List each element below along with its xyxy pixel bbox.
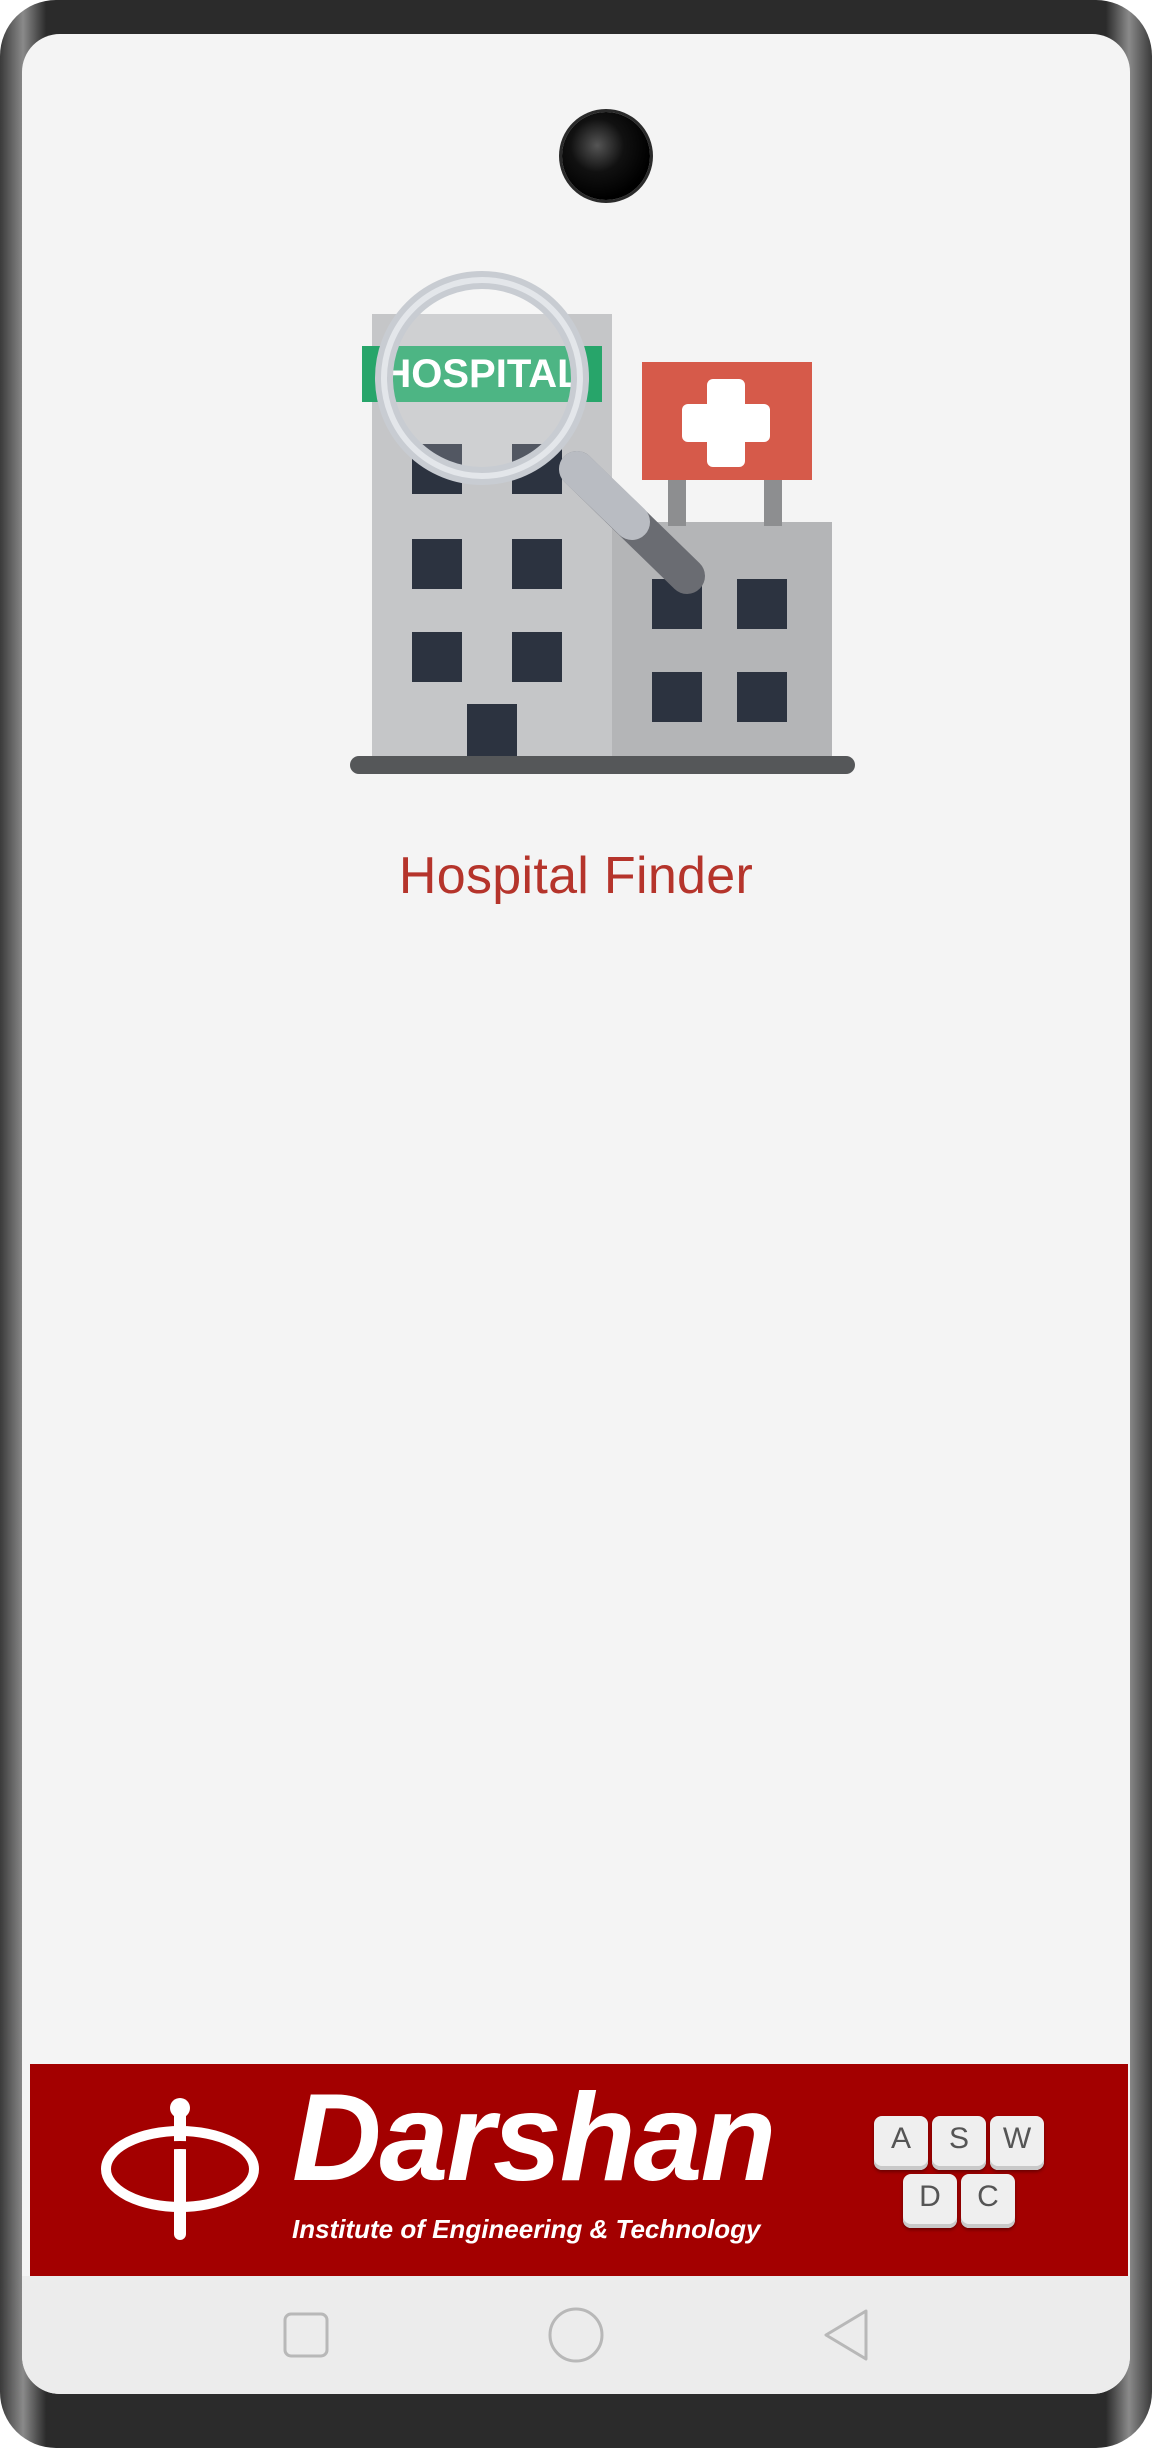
key-a: A xyxy=(874,2116,928,2170)
hospital-finder-logo: HOSPITAL xyxy=(350,271,855,774)
key-c: C xyxy=(961,2174,1015,2228)
banner-name: Darshan xyxy=(292,2069,776,2207)
app-title: Hospital Finder xyxy=(398,847,754,905)
back-icon xyxy=(824,2309,868,2361)
recents-button[interactable] xyxy=(246,2276,366,2394)
darshan-emblem-icon xyxy=(101,2098,259,2240)
home-button[interactable] xyxy=(516,2276,636,2394)
back-button[interactable] xyxy=(786,2276,906,2394)
key-w: W xyxy=(990,2116,1044,2170)
home-icon xyxy=(548,2307,604,2363)
darshan-banner: Darshan Institute of Engineering & Techn… xyxy=(30,2064,1128,2276)
navigation-bar xyxy=(22,2276,1130,2394)
app-screen: HOSPITAL xyxy=(22,34,1130,2394)
key-s: S xyxy=(932,2116,986,2170)
front-camera xyxy=(562,112,650,200)
banner-tagline: Institute of Engineering & Technology xyxy=(292,2214,761,2244)
recents-icon xyxy=(283,2312,329,2358)
ground-line xyxy=(350,756,855,774)
key-d: D xyxy=(903,2174,957,2228)
phone-frame: HOSPITAL xyxy=(0,0,1152,2448)
